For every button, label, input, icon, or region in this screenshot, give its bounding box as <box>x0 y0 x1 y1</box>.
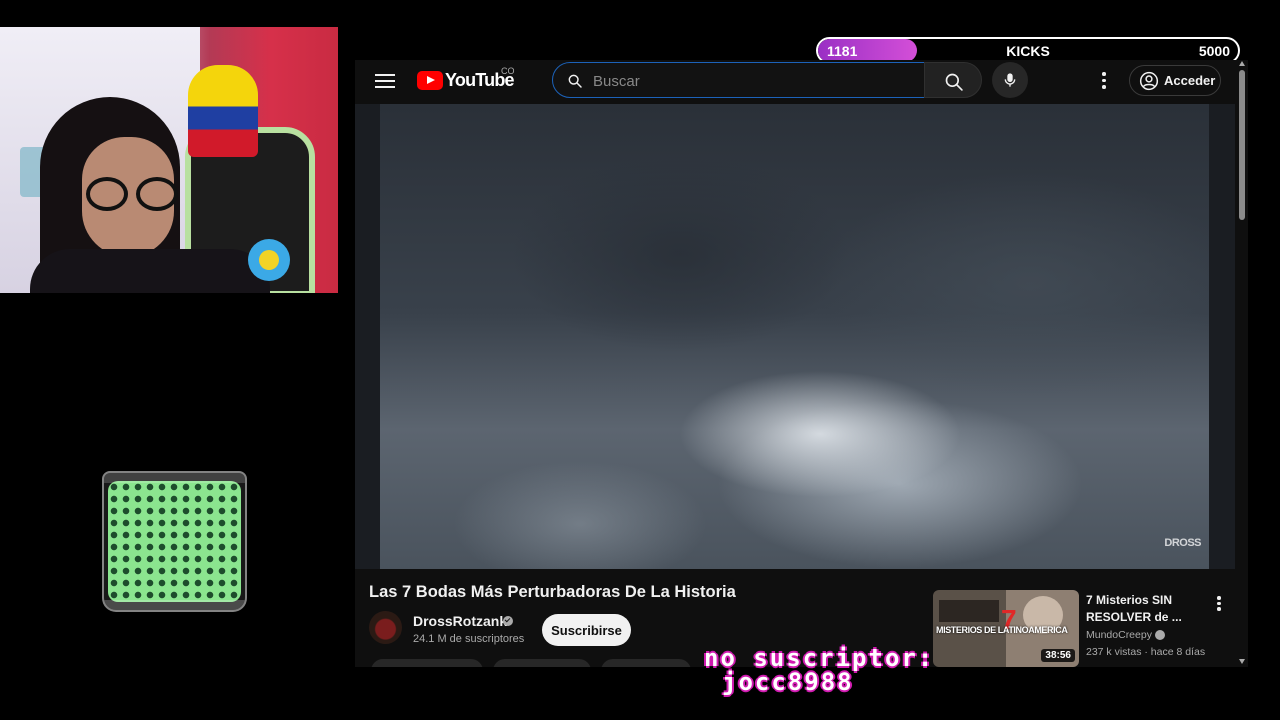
kicks-jar-widget <box>102 471 247 612</box>
search-button[interactable] <box>924 62 982 98</box>
stream-overlay-text: no suscriptor: jocc8988 <box>704 646 1024 694</box>
thumbnail-caption: MISTERIOS DE LATINOAMERICA <box>936 625 1068 635</box>
video-watermark: DROSS <box>1164 537 1201 549</box>
overlay-line-1: no suscriptor: <box>704 644 935 672</box>
more-vert-icon[interactable] <box>1092 69 1116 93</box>
mic-icon <box>1004 73 1016 87</box>
signin-label: Acceder <box>1164 73 1216 88</box>
scroll-down-icon[interactable] <box>1239 659 1245 664</box>
signin-button[interactable]: Acceder <box>1129 65 1221 96</box>
recommended-meta: 237 k vistas · hace 8 días <box>1086 646 1206 658</box>
channel-avatar[interactable] <box>369 611 402 644</box>
more-vert-icon[interactable] <box>1211 594 1227 614</box>
subscribe-button[interactable]: Suscribirse <box>542 614 631 646</box>
verified-icon <box>1155 630 1165 640</box>
youtube-logo-icon <box>417 71 443 90</box>
save-button[interactable] <box>601 659 691 667</box>
channel-name[interactable]: DrossRotzank <box>413 613 507 629</box>
menu-icon[interactable] <box>375 71 395 89</box>
youtube-page: YouTube CO Buscar Acceder DROSS Las 7 Bo… <box>355 60 1248 667</box>
recommended-title[interactable]: 7 Misterios SIN RESOLVER de ... <box>1086 592 1186 626</box>
video-duration: 38:56 <box>1041 649 1075 662</box>
voice-search-button[interactable] <box>992 62 1028 98</box>
country-code: CO <box>501 66 515 76</box>
video-player[interactable]: DROSS <box>380 104 1209 569</box>
overlay-line-2: jocc8988 <box>722 668 854 696</box>
youtube-header: YouTube CO Buscar Acceder <box>355 60 1235 102</box>
search-input[interactable] <box>593 70 913 92</box>
search-box <box>552 62 925 98</box>
recommended-channel[interactable]: MundoCreepy <box>1086 629 1152 641</box>
verified-icon <box>503 616 513 626</box>
youtube-logo[interactable]: YouTube CO <box>417 66 515 91</box>
kicks-label: KICKS <box>1006 43 1050 59</box>
scroll-up-icon[interactable] <box>1239 61 1245 66</box>
share-button[interactable] <box>493 659 591 667</box>
like-dislike-button[interactable] <box>371 659 483 667</box>
kicks-goal: 5000 <box>1198 43 1230 59</box>
search-icon <box>945 73 963 91</box>
account-icon <box>1139 71 1159 91</box>
webcam-feed <box>0 27 338 293</box>
scrollbar[interactable] <box>1237 60 1248 667</box>
subscriber-count: 24.1 M de suscriptores <box>413 633 525 645</box>
video-title: Las 7 Bodas Más Perturbadoras De La Hist… <box>369 583 736 601</box>
scrollbar-thumb[interactable] <box>1239 70 1245 220</box>
search-icon <box>568 74 582 88</box>
